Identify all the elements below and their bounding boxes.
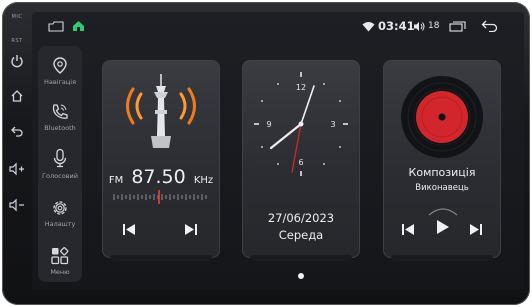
clock-numeral-9: 9	[266, 120, 271, 129]
analog-clock: 12 3 6 9	[254, 72, 348, 176]
previous-track-button[interactable]	[401, 221, 415, 240]
tuner-scale[interactable]	[112, 190, 210, 204]
reset-label: RST	[11, 38, 23, 44]
hour-hand	[269, 122, 303, 150]
power-button[interactable]	[6, 54, 28, 71]
card-shadow	[110, 255, 212, 261]
volume-level: 18	[428, 21, 440, 31]
home-icon	[11, 90, 23, 102]
sidebar-item-menu[interactable]: Меню	[38, 246, 82, 276]
next-station-button[interactable]	[184, 221, 198, 240]
sidebar-item-label: Навігація	[43, 78, 77, 86]
play-arc-decoration	[428, 208, 458, 216]
gear-icon	[53, 201, 67, 215]
music-widget[interactable]: Композиція Виконавець	[383, 60, 501, 261]
track-title: Композиція	[408, 166, 476, 179]
window-outline-icon[interactable]	[48, 21, 64, 32]
clock-widget[interactable]: 12 3 6 9 27/06/2023 Середа	[242, 60, 360, 261]
back-icon	[11, 126, 23, 137]
frequency-unit: KHz	[193, 175, 214, 186]
sidebar-item-label: Голосовий	[42, 172, 78, 180]
volume-down-button[interactable]	[6, 198, 28, 215]
app-sidebar: Навігація Bluetooth Голосовий Налашту Ме…	[38, 46, 82, 282]
microphone-icon	[53, 148, 67, 168]
weekday-label: Середа	[278, 228, 324, 242]
volume-down-icon	[9, 198, 24, 212]
band-label: FM	[108, 175, 124, 186]
clock-time: 03:41	[378, 19, 415, 33]
volume-up-button[interactable]	[6, 162, 28, 179]
play-icon	[437, 220, 449, 234]
back-button[interactable]	[6, 124, 28, 141]
wifi-icon	[362, 22, 375, 32]
skip-previous-icon	[402, 224, 414, 235]
volume-up-icon	[9, 162, 24, 176]
head-unit-frame: MIC RST 03:41 18 Навігація Bluetooth Гол…	[2, 2, 530, 305]
sidebar-item-voice[interactable]: Голосовий	[38, 146, 82, 180]
home-button[interactable]	[6, 89, 28, 106]
sidebar-item-bluetooth[interactable]: Bluetooth	[38, 102, 82, 132]
back-nav-icon[interactable]	[481, 20, 498, 32]
hardware-bezel: MIC RST	[2, 2, 32, 305]
sidebar-item-label: Меню	[50, 268, 70, 276]
radio-tower-icon	[126, 74, 196, 148]
sidebar-item-settings[interactable]: Налашту	[38, 198, 82, 228]
next-track-button[interactable]	[469, 221, 483, 240]
clock-numeral-3: 3	[330, 120, 335, 129]
sidebar-item-navigation[interactable]: Навігація	[38, 56, 82, 86]
phone-icon	[52, 104, 68, 119]
skip-previous-icon	[123, 224, 135, 235]
vinyl-record-icon	[401, 76, 483, 158]
card-shadow	[250, 255, 352, 261]
apps-grid-icon	[51, 247, 69, 265]
track-artist: Виконавець	[415, 183, 469, 193]
frequency-value: 87.50	[131, 166, 186, 188]
volume-icon	[414, 22, 425, 31]
mic-label: MIC	[11, 14, 23, 20]
display-screen: 03:41 18 Навігація Bluetooth Голосовий Н	[32, 12, 524, 290]
skip-next-icon	[185, 224, 197, 235]
home-status-icon[interactable]	[72, 20, 85, 32]
clock-numeral-12: 12	[296, 83, 306, 92]
status-bar: 03:41 18	[32, 12, 524, 42]
card-shadow	[391, 255, 493, 261]
clock-numeral-6: 6	[298, 158, 303, 167]
power-icon	[11, 55, 23, 68]
date-label: 27/06/2023	[267, 211, 335, 225]
radio-widget[interactable]: FM 87.50 KHz	[102, 60, 220, 261]
frequency-display: FM 87.50 KHz	[102, 166, 220, 188]
play-button[interactable]	[436, 219, 450, 239]
recent-apps-icon[interactable]	[449, 21, 466, 32]
sidebar-item-label: Bluetooth	[44, 124, 76, 132]
page-indicator-dot[interactable]	[298, 273, 304, 279]
sidebar-item-label: Налашту	[44, 220, 76, 228]
previous-station-button[interactable]	[122, 221, 136, 240]
navigation-pin-icon	[53, 57, 67, 74]
skip-next-icon	[470, 224, 482, 235]
